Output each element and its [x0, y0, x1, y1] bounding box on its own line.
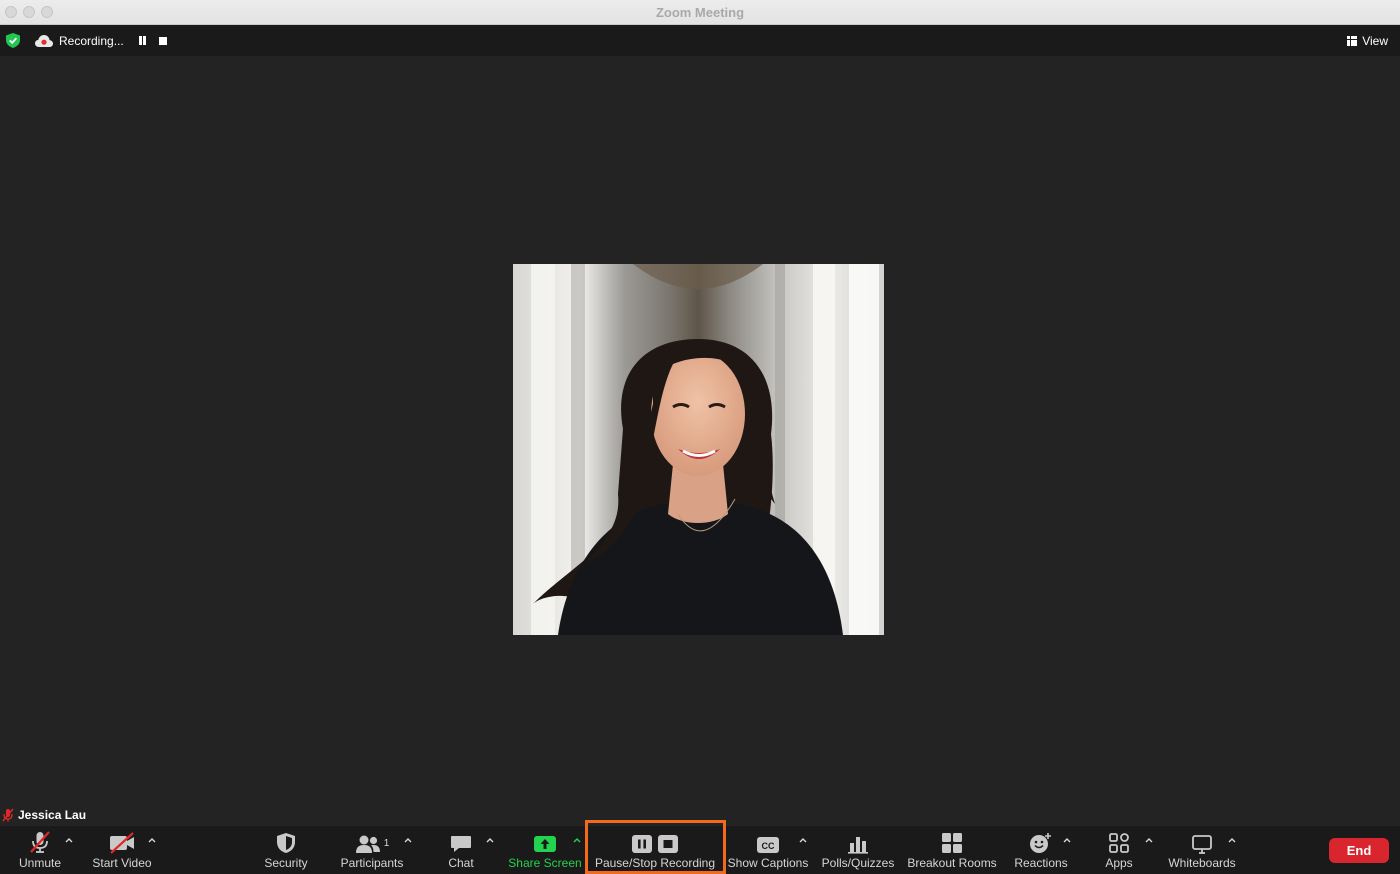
participant-name-tag: Jessica Lau [2, 808, 86, 822]
breakout-rooms-button[interactable]: Breakout Rooms [906, 826, 998, 874]
share-screen-icon [534, 836, 556, 852]
apps-button[interactable]: Apps [1100, 826, 1138, 874]
apps-options-chevron-up-icon[interactable] [1144, 836, 1154, 844]
video-stage: Jessica Lau [0, 56, 1400, 826]
mic-muted-icon [30, 831, 50, 853]
chat-bubble-icon [451, 836, 471, 852]
view-label: View [1362, 34, 1388, 48]
video-options-chevron-up-icon[interactable] [147, 836, 157, 844]
security-label: Security [264, 856, 308, 870]
cc-icon-text: CC [762, 841, 775, 851]
chat-label: Chat [448, 856, 474, 870]
start-video-label: Start Video [92, 856, 152, 870]
view-button[interactable]: View [1347, 34, 1388, 48]
reactions-label: Reactions [1014, 856, 1068, 870]
video-off-icon [110, 832, 134, 854]
unmute-label: Unmute [18, 856, 62, 870]
apps-label: Apps [1105, 856, 1133, 870]
breakout-rooms-label: Breakout Rooms [907, 856, 997, 870]
participants-button[interactable]: 1 Participants [337, 826, 407, 874]
window-titlebar: Zoom Meeting [0, 0, 1400, 25]
share-screen-button[interactable]: Share Screen [508, 826, 582, 874]
share-options-chevron-up-icon[interactable] [572, 836, 582, 844]
whiteboards-button[interactable]: Whiteboards [1166, 826, 1238, 874]
whiteboards-label: Whiteboards [1168, 856, 1236, 870]
participants-icon [355, 835, 380, 853]
unmute-button[interactable]: Unmute [14, 826, 66, 874]
window-title: Zoom Meeting [655, 5, 745, 20]
pause-icon [632, 835, 652, 853]
encryption-shield-icon[interactable] [6, 33, 20, 48]
whiteboard-icon [1192, 835, 1212, 854]
captions-options-chevron-up-icon[interactable] [798, 836, 808, 844]
show-captions-button[interactable]: CC Show Captions [727, 826, 809, 874]
participant-name: Jessica Lau [18, 808, 87, 822]
mic-muted-icon [2, 808, 14, 822]
chat-button[interactable]: Chat [442, 826, 480, 874]
end-meeting-button[interactable]: End [1329, 838, 1389, 863]
participants-count: 1 [383, 838, 390, 849]
recording-indicator: Recording... [35, 34, 124, 48]
breakout-rooms-icon [942, 833, 962, 853]
pause-stop-recording-label: Pause/Stop Recording [594, 856, 716, 870]
smiley-plus-icon [1030, 833, 1051, 853]
meeting-controls-toolbar: Unmute Start Video Security 1 Participan… [0, 826, 1400, 874]
show-captions-label: Show Captions [727, 856, 809, 870]
participant-profile-photo [513, 264, 884, 635]
participants-options-chevron-up-icon[interactable] [403, 836, 413, 844]
pause-recording-icon[interactable] [138, 36, 147, 45]
participants-label: Participants [340, 856, 404, 870]
pause-stop-recording-button[interactable]: Pause/Stop Recording [594, 826, 716, 874]
apps-icon [1109, 833, 1129, 853]
stop-icon [658, 835, 678, 853]
share-screen-label: Share Screen [508, 856, 582, 870]
bar-chart-icon [848, 837, 868, 854]
closed-captions-icon: CC [757, 837, 779, 853]
meeting-top-bar: Recording... View [0, 25, 1400, 56]
reactions-button[interactable]: Reactions [1010, 826, 1072, 874]
polls-quizzes-label: Polls/Quizzes [821, 856, 895, 870]
polls-quizzes-button[interactable]: Polls/Quizzes [820, 826, 896, 874]
cloud-record-icon [35, 35, 53, 47]
audio-options-chevron-up-icon[interactable] [64, 836, 74, 844]
stop-recording-icon[interactable] [159, 37, 167, 45]
start-video-button[interactable]: Start Video [88, 826, 156, 874]
chat-options-chevron-up-icon[interactable] [485, 836, 495, 844]
reactions-options-chevron-up-icon[interactable] [1062, 836, 1072, 844]
grid-view-icon [1347, 36, 1358, 46]
shield-icon [277, 833, 295, 853]
whiteboards-options-chevron-up-icon[interactable] [1227, 836, 1237, 844]
security-button[interactable]: Security [260, 826, 312, 874]
recording-status-text: Recording... [59, 34, 124, 48]
